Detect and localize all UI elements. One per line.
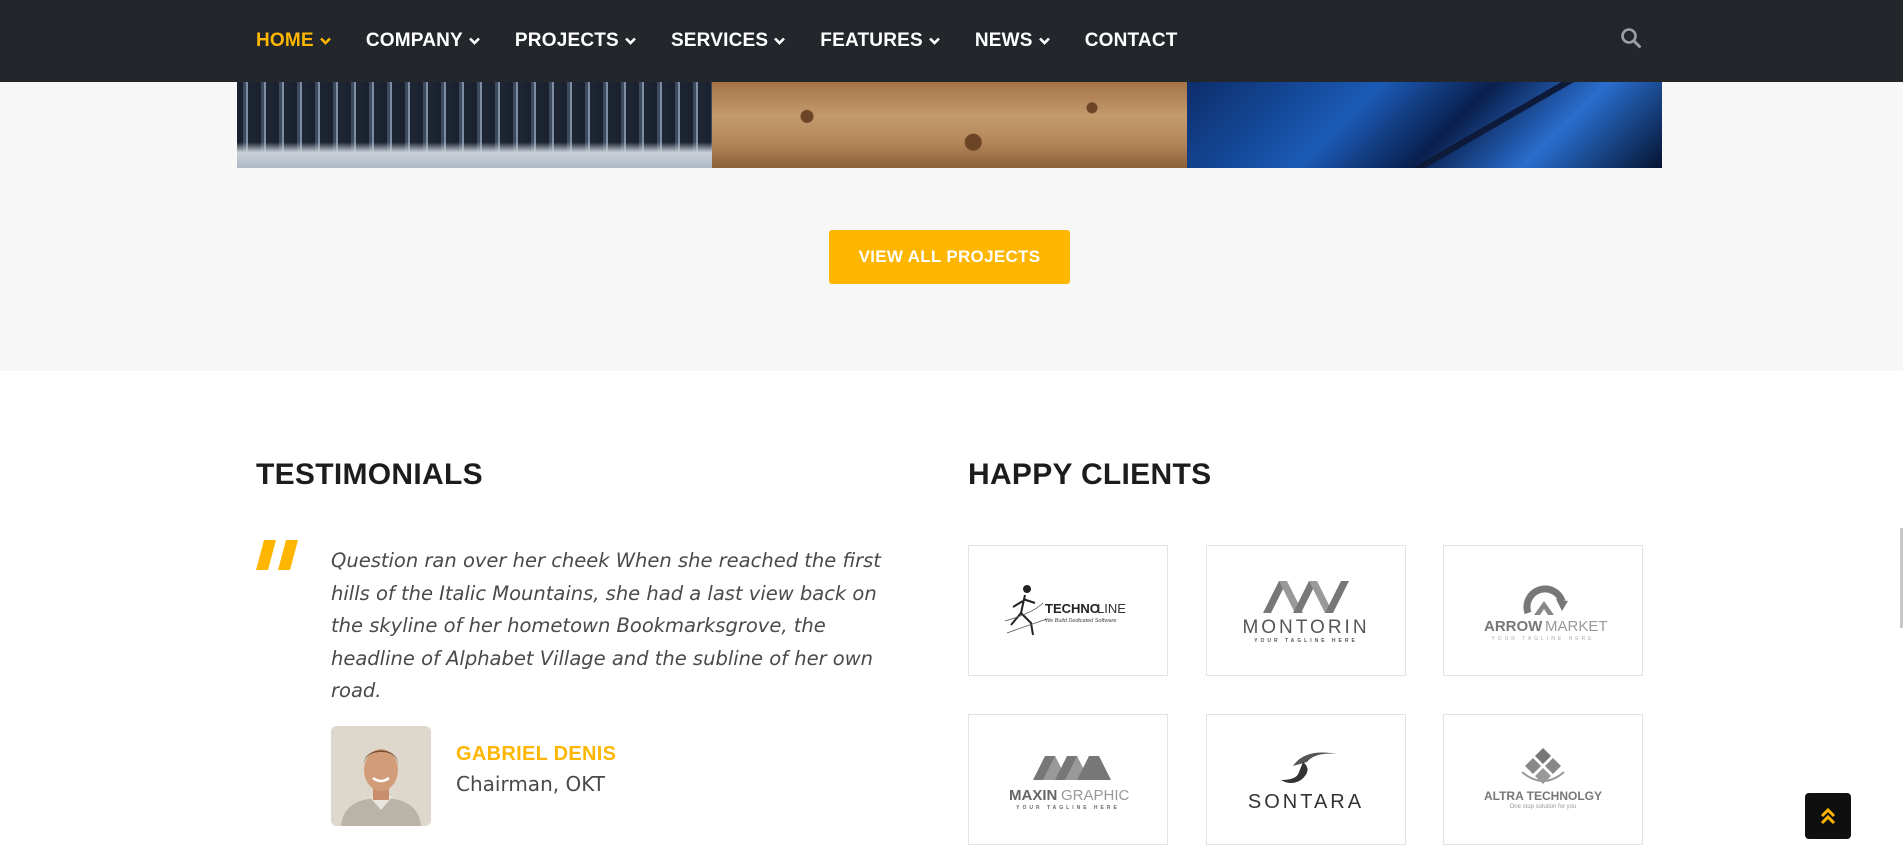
sontara-swirl-icon — [1281, 752, 1337, 783]
maxin-mark-icon — [1033, 755, 1111, 780]
nav-item-features[interactable]: FEATURES — [820, 30, 940, 52]
chevron-down-icon — [625, 34, 636, 48]
happy-clients-heading: HAPPY CLIENTS — [968, 458, 1212, 491]
logo-text: SONTARA — [1248, 791, 1364, 813]
logo-text: ALTRA TECHNOLGY — [1484, 789, 1602, 803]
top-navbar: HOME COMPANY PROJECTS SERVICES FEATURES — [0, 0, 1903, 82]
logo-text: MAXIN — [1009, 787, 1057, 804]
logo-tagline: One stop solution for you — [1510, 804, 1577, 810]
logo-text: GRAPHIC — [1061, 787, 1130, 804]
nav-item-label: CONTACT — [1084, 30, 1178, 51]
view-all-projects-button[interactable]: VIEW ALL PROJECTS — [829, 230, 1070, 284]
main-menu: HOME COMPANY PROJECTS SERVICES FEATURES — [256, 0, 1213, 82]
project-image-glass-facade[interactable] — [1187, 82, 1662, 168]
runner-icon — [1004, 584, 1048, 635]
nav-item-company[interactable]: COMPANY — [366, 30, 480, 52]
nav-item-news[interactable]: NEWS — [975, 30, 1050, 52]
nav-item-label: PROJECTS — [514, 30, 619, 51]
chevron-down-icon — [469, 34, 480, 48]
logo-text: LINE — [1097, 601, 1126, 616]
chevron-down-icon — [1038, 34, 1050, 48]
testimonial-author-name: GABRIEL DENIS — [456, 743, 617, 765]
chevron-down-icon — [319, 34, 331, 48]
nav-item-label: FEATURES — [820, 30, 923, 51]
testimonial-quote: Question ran over her cheek When she rea… — [331, 549, 881, 702]
diamond-cluster-icon — [1521, 747, 1565, 784]
logo-tagline: YOUR TAGLINE HERE — [1016, 805, 1120, 811]
logo-text: TECHNO — [1045, 601, 1100, 616]
nav-item-label: HOME — [256, 30, 314, 51]
logo-text: MARKET — [1545, 618, 1608, 635]
avatar — [331, 726, 431, 826]
logo-tagline: YOUR TAGLINE HERE — [1254, 638, 1358, 644]
nav-item-home[interactable]: HOME — [256, 30, 331, 52]
client-logo-maxin-graphic[interactable]: MAXIN GRAPHIC YOUR TAGLINE HERE — [968, 714, 1168, 845]
double-chevron-up-icon — [1820, 807, 1836, 825]
scroll-to-top-button[interactable] — [1805, 793, 1851, 839]
nav-item-label: COMPANY — [365, 30, 463, 51]
client-logo-arrow-market[interactable]: ARROW MARKET YOUR TAGLINE HERE — [1443, 545, 1643, 676]
nav-item-contact[interactable]: CONTACT — [1085, 30, 1178, 52]
client-logo-altra-technolgy[interactable]: ALTRA TECHNOLGY One stop solution for yo… — [1443, 714, 1643, 845]
arrow-circle-icon — [1523, 585, 1568, 615]
nav-item-services[interactable]: SERVICES — [670, 30, 786, 52]
nav-item-label: NEWS — [974, 30, 1033, 51]
chevron-down-icon — [774, 34, 786, 48]
testimonials-heading: TESTIMONIALS — [256, 458, 483, 491]
nav-item-projects[interactable]: PROJECTS — [515, 30, 636, 52]
client-logo-sontara[interactable]: SONTARA — [1206, 714, 1406, 845]
montorin-mark-icon — [1263, 580, 1349, 613]
project-image-buildings[interactable] — [237, 82, 712, 168]
logo-text: MONTORIN — [1242, 617, 1369, 638]
search-icon[interactable] — [1620, 27, 1642, 49]
chevron-down-icon — [928, 34, 940, 48]
nav-item-label: SERVICES — [670, 30, 769, 51]
project-image-sand[interactable] — [712, 82, 1187, 168]
client-logo-montorin[interactable]: MONTORIN YOUR TAGLINE HERE — [1206, 545, 1406, 676]
logo-text: ARROW — [1484, 618, 1543, 635]
client-logo-techno-line[interactable]: TECHNO LINE We Build Dedicated Software — [968, 545, 1168, 676]
logo-tagline: YOUR TAGLINE HERE — [1491, 636, 1594, 642]
quote-icon — [254, 534, 302, 578]
testimonial-author-role: Chairman, OKT — [456, 772, 605, 796]
logo-tagline: We Build Dedicated Software — [1045, 618, 1116, 624]
